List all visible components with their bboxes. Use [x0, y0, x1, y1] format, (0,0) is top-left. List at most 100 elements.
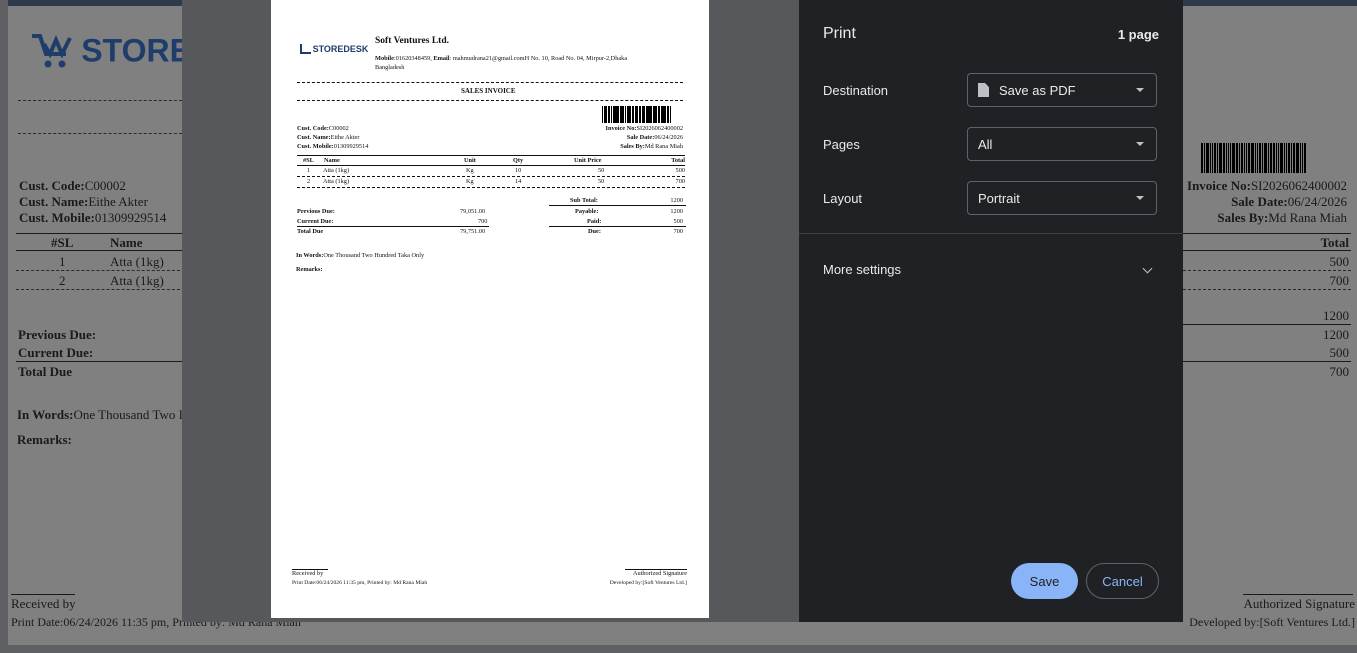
bg-current-due: Current Due:	[18, 345, 94, 360]
bg-cust-name: Cust. Name:Eithe Akter	[19, 194, 148, 209]
preview-logo-text: STOREDESK	[312, 44, 369, 54]
preview-sub-total: 1200	[670, 197, 683, 204]
barcode-bar	[1257, 143, 1258, 173]
preview-title: SALES INVOICE	[461, 87, 516, 95]
bg-row-name: Atta (1kg)	[110, 254, 164, 269]
barcode-bar	[669, 106, 671, 123]
row-price: 50	[598, 167, 605, 174]
barcode-bar	[1239, 143, 1240, 173]
bg-in-words: In Words:One Thousand Two I	[17, 407, 183, 422]
preview-due-label: Due:	[588, 228, 601, 235]
preview-col-price: Unit Price	[574, 157, 602, 164]
destination-value: Save as PDF	[999, 82, 1076, 98]
barcode-bar	[1223, 143, 1225, 173]
bg-sales-by: Sales By:Md Rana Miah	[1217, 210, 1347, 225]
bg-received-line	[11, 594, 75, 595]
barcode-bar	[1232, 143, 1235, 173]
row-price: 50	[598, 178, 605, 185]
bg-cust-code: Cust. Code:C00002	[19, 178, 126, 193]
preview-sub-total-label: Sub Total:	[570, 197, 598, 204]
bg-right-value: 1200	[1323, 308, 1349, 323]
barcode-bar	[1206, 143, 1209, 173]
layout-select[interactable]: Portrait	[967, 181, 1157, 215]
preview-remarks: Remarks:	[296, 266, 323, 273]
layout-label: Layout	[823, 191, 863, 206]
bg-row-divider-right	[1183, 289, 1351, 290]
barcode-bar	[1262, 143, 1263, 173]
bg-divider	[18, 100, 192, 101]
preview-col-sl: #SL	[303, 157, 314, 164]
bg-total-due: Total Due	[18, 364, 73, 379]
barcode-bar	[1241, 143, 1243, 173]
pages-select[interactable]: All	[967, 127, 1157, 161]
preview-due: 700	[673, 228, 683, 235]
preview-col-total: Total	[671, 157, 685, 164]
preview-payable-label: Payable:	[575, 208, 599, 215]
preview-previous-due: 79,051.00	[460, 208, 486, 215]
pages-label: Pages	[823, 137, 860, 152]
bg-authorized-signature: Authorized Signature	[1243, 596, 1355, 611]
barcode-bar	[1293, 143, 1295, 173]
save-button[interactable]: Save	[1011, 563, 1078, 599]
preview-current-due: 700	[478, 218, 488, 225]
more-settings[interactable]: More settings	[823, 262, 901, 277]
bg-developed-by: Developed by:[Soft Ventures Ltd.]	[1189, 615, 1355, 629]
barcode-bar	[1286, 143, 1287, 173]
cancel-button[interactable]: Cancel	[1086, 563, 1159, 599]
bg-sale-date: Sale Date:06/24/2026	[1231, 194, 1347, 209]
barcode-bar	[1210, 143, 1211, 173]
preview-total-due: 79,751.00	[460, 228, 486, 235]
preview-cust-mobile: Cust. Mobile:01309929514	[297, 143, 369, 150]
barcode-bar	[1273, 143, 1275, 173]
preview-in-words: In Words:One Thousand Two Hundred Taka O…	[296, 252, 425, 259]
bg-invoice-no: Invoice No:SI2026062400002	[1187, 178, 1347, 193]
pages-value: All	[978, 136, 993, 152]
barcode-bar	[1219, 143, 1222, 173]
bg-row-divider	[16, 270, 190, 271]
expand-chevron-icon[interactable]	[1142, 263, 1153, 274]
barcode-bar	[1230, 143, 1231, 173]
preview-paid-label: Paid:	[587, 218, 602, 225]
bg-row-sl: 2	[59, 273, 66, 288]
destination-select[interactable]: Save as PDF	[967, 73, 1157, 107]
preview-authorized-signature: Authorized Signature	[632, 570, 687, 577]
destination-label: Destination	[823, 83, 889, 98]
bg-received-by: Received by	[11, 596, 76, 611]
barcode-bar	[1268, 143, 1269, 173]
barcode-bar	[1251, 143, 1254, 173]
barcode-bar	[1296, 143, 1299, 173]
preview-sale-date: Sale Date:06/24/2026	[626, 134, 683, 141]
barcode-bar	[1255, 143, 1256, 173]
chevron-down-icon	[1136, 142, 1144, 146]
bg-row-divider-right	[1183, 270, 1351, 271]
preview-row-divider	[297, 187, 685, 188]
preview-invoice-no: Invoice No:SI2026062400002	[605, 125, 684, 132]
bg-right-value: 1200	[1323, 327, 1349, 342]
barcode-bar	[1259, 143, 1261, 173]
barcode-bar	[1246, 143, 1247, 173]
bg-right-value: 700	[1329, 364, 1350, 379]
bg-table-top-right	[1183, 233, 1351, 234]
preview-cust-code: Cust. Code:C00002	[297, 125, 349, 132]
barcode-bar	[1248, 143, 1250, 173]
preview-total-due-label: Total Due	[297, 228, 324, 235]
preview-address2: Bangladesh	[375, 64, 405, 71]
barcode-bar	[1288, 143, 1290, 173]
bg-summary-line	[1183, 361, 1351, 362]
row-name: Atta (1kg)	[323, 178, 350, 185]
barcode-bar	[1201, 143, 1203, 173]
layout-value: Portrait	[978, 190, 1020, 206]
page-count: 1 page	[1117, 27, 1159, 42]
bg-row-total: 700	[1329, 273, 1350, 288]
bg-row-name: Atta (1kg)	[110, 273, 164, 288]
barcode-bar	[1217, 143, 1218, 173]
bg-divider	[18, 133, 192, 134]
preview-divider	[297, 100, 683, 101]
row-total: 700	[675, 178, 685, 185]
barcode-bar	[1280, 143, 1283, 173]
preview-logo-icon	[300, 44, 311, 54]
preview-contact: Mobile:01620348459, Email: mahmudrana21@…	[375, 55, 628, 62]
bg-summary-line	[1183, 324, 1351, 325]
chevron-down-icon	[1136, 196, 1144, 200]
preview-col-unit: Unit	[464, 157, 476, 164]
